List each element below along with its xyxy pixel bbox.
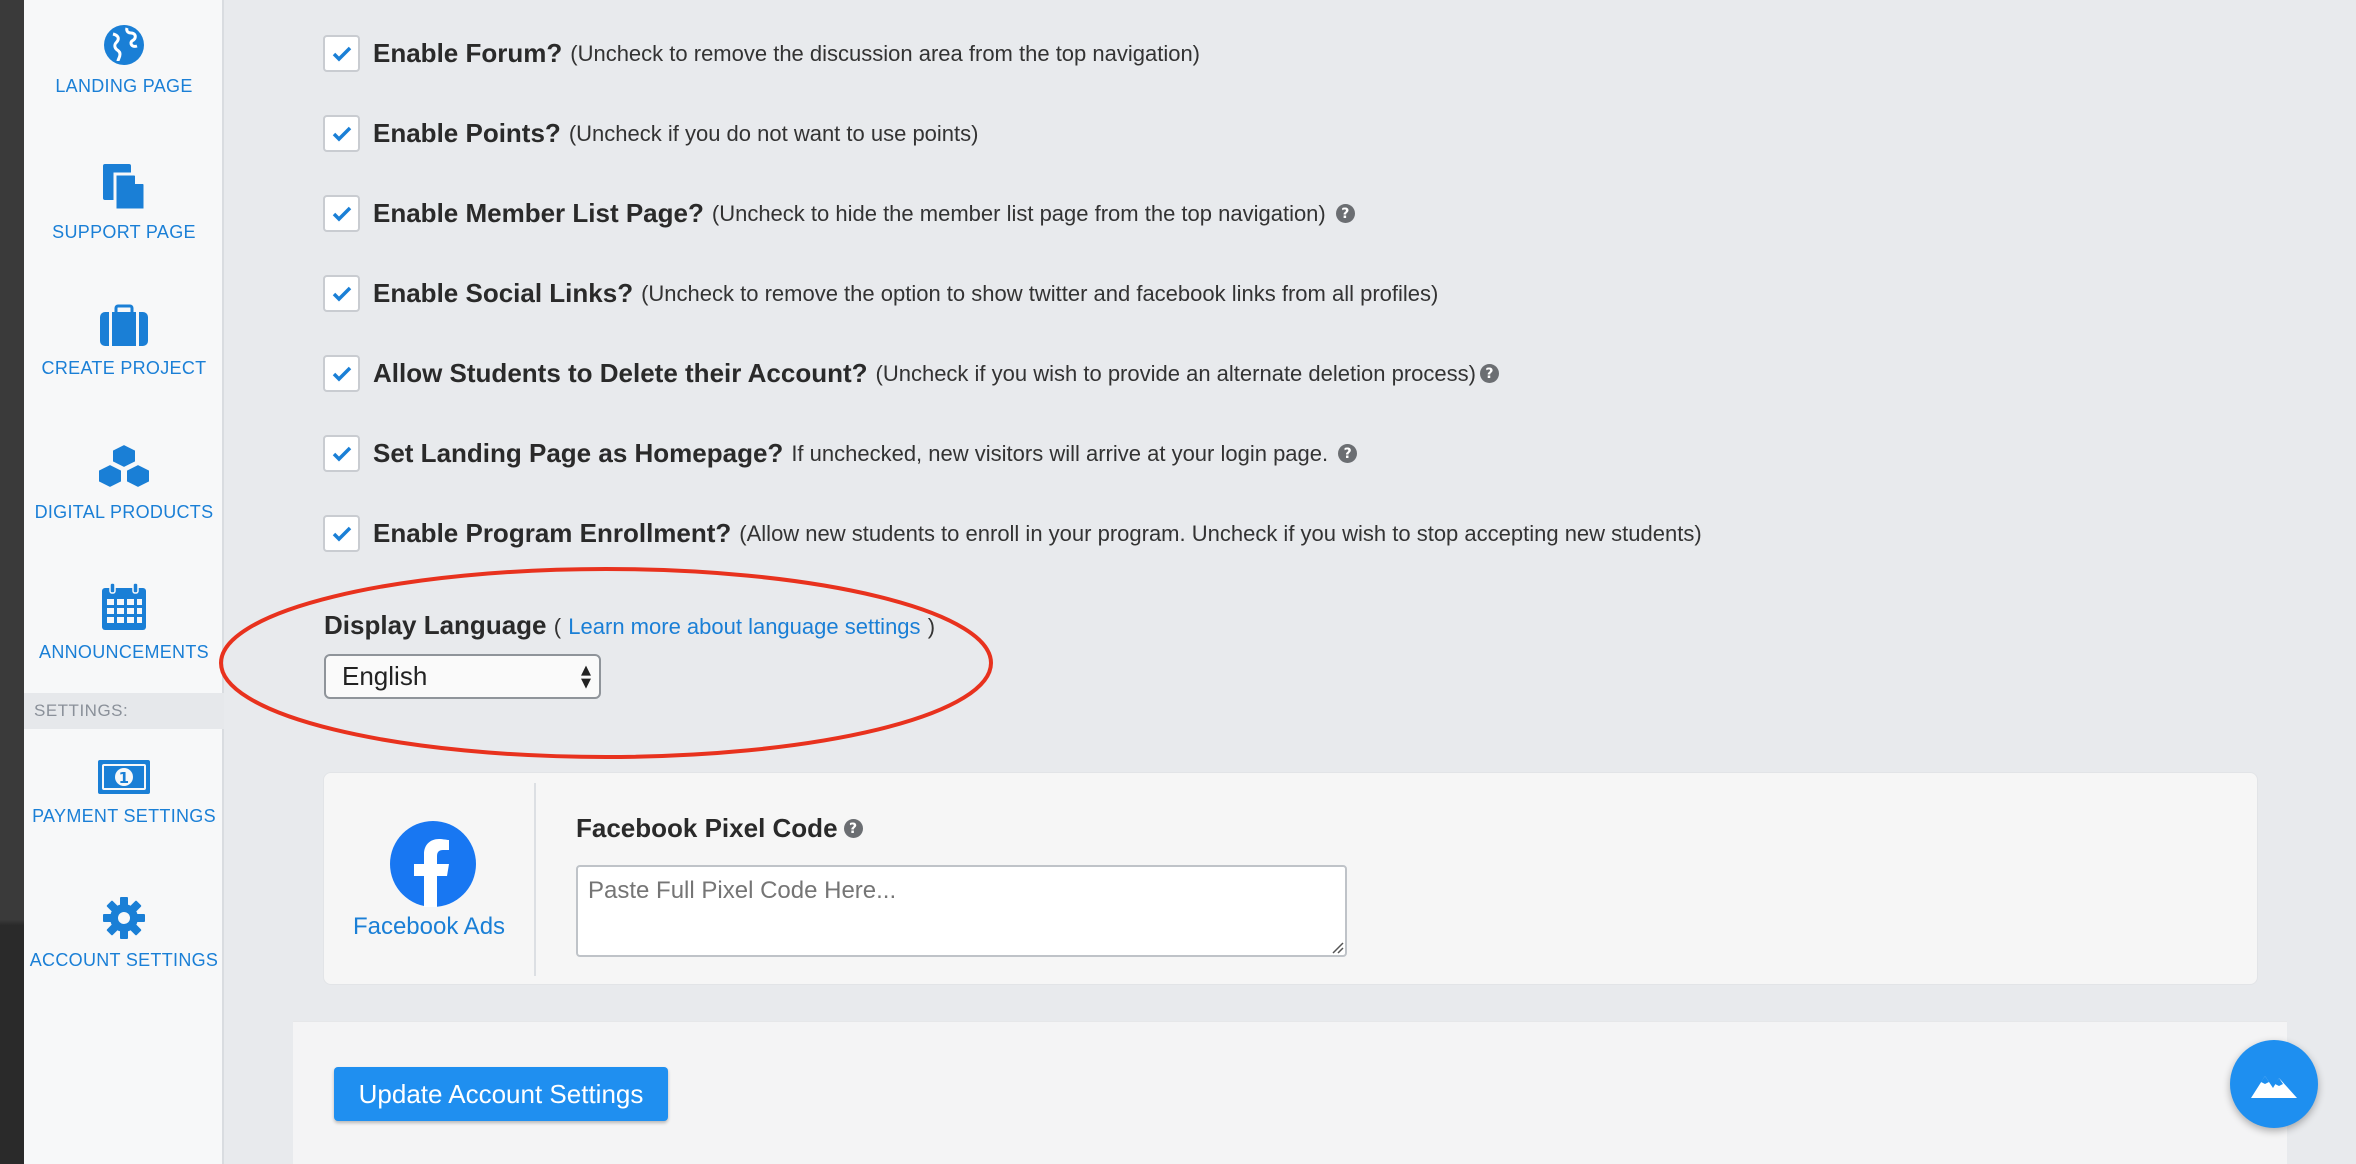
calendar-icon [102, 582, 146, 630]
sidebar-item-support-page[interactable]: SUPPORT PAGE [24, 162, 224, 243]
sidebar-item-label: SUPPORT PAGE [52, 222, 196, 242]
boxes-icon [97, 442, 151, 490]
option-description: If unchecked, new visitors will arrive a… [791, 440, 1329, 466]
globe-icon [104, 25, 144, 65]
option-title: Enable Points? [373, 118, 561, 148]
enable-forum-checkbox[interactable] [323, 35, 360, 72]
enable-member-list-checkbox[interactable] [323, 195, 360, 232]
facebook-pixel-title-text: Facebook Pixel Code [576, 813, 838, 843]
facebook-ads-label: Facebook Ads [352, 913, 506, 940]
help-icon[interactable]: ? [1338, 444, 1358, 463]
gear-icon [103, 897, 145, 939]
option-title: Set Landing Page as Homepage? [373, 438, 784, 468]
checkmark-icon [332, 206, 351, 221]
help-icon[interactable]: ? [1335, 204, 1355, 223]
checkmark-icon [332, 46, 351, 61]
sidebar-item-label: DIGITAL PRODUCTS [34, 502, 214, 522]
checkmark-icon [332, 366, 351, 381]
option-enable-enrollment: Enable Program Enrollment? (Allow new st… [323, 515, 1702, 552]
annotation-circle [219, 567, 993, 759]
sidebar-item-label: ANNOUNCEMENTS [39, 642, 209, 662]
sidebar-item-label: CREATE PROJECT [41, 358, 207, 378]
option-title: Enable Social Links? [373, 278, 634, 308]
option-description: (Uncheck if you wish to provide an alter… [875, 360, 1476, 386]
option-description: (Uncheck if you do not want to use point… [568, 120, 979, 146]
option-description: (Uncheck to remove the discussion area f… [570, 40, 1201, 66]
facebook-pixel-code-input[interactable] [576, 865, 1347, 957]
settings-section-header: SETTINGS: [24, 693, 224, 729]
option-landing-homepage: Set Landing Page as Homepage? If uncheck… [323, 435, 1358, 472]
mountains-icon [2251, 1076, 2297, 1098]
checkmark-icon [332, 446, 351, 461]
enable-enrollment-checkbox[interactable] [323, 515, 360, 552]
option-description: (Allow new students to enroll in your pr… [739, 520, 1702, 546]
card-divider [534, 783, 536, 976]
allow-delete-account-checkbox[interactable] [323, 355, 360, 392]
option-enable-forum: Enable Forum? (Uncheck to remove the dis… [323, 35, 1200, 72]
help-icon[interactable]: ? [843, 819, 863, 838]
checkmark-icon [332, 286, 351, 301]
sidebar-item-label: PAYMENT SETTINGS [32, 806, 216, 826]
briefcase-icon [100, 304, 148, 346]
window-edge [0, 0, 24, 1164]
sidebar: LANDING PAGE SUPPORT PAGE CREATE PROJECT… [24, 0, 224, 1164]
resize-grip-icon[interactable] [1330, 940, 1344, 954]
facebook-pixel-card: Facebook Ads Facebook Pixel Code ? [323, 772, 2258, 985]
option-title: Enable Member List Page? [373, 198, 704, 228]
chat-launcher-button[interactable] [2230, 1040, 2318, 1128]
sidebar-item-digital-products[interactable]: DIGITAL PRODUCTS [24, 442, 224, 523]
option-enable-points: Enable Points? (Uncheck if you do not wa… [323, 115, 978, 152]
checkmark-icon [332, 126, 351, 141]
checkmark-icon [332, 526, 351, 541]
help-icon[interactable]: ? [1479, 364, 1499, 383]
option-description: (Uncheck to remove the option to show tw… [641, 280, 1439, 306]
facebook-logo-icon [390, 821, 476, 907]
document-icon [103, 164, 147, 212]
option-enable-member-list: Enable Member List Page? (Uncheck to hid… [323, 195, 1355, 232]
option-title: Enable Forum? [373, 38, 563, 68]
sidebar-item-label: ACCOUNT SETTINGS [29, 950, 219, 970]
option-description: (Uncheck to hide the member list page fr… [711, 200, 1326, 226]
sidebar-item-landing-page[interactable]: LANDING PAGE [24, 24, 224, 97]
option-title: Enable Program Enrollment? [373, 518, 732, 548]
landing-homepage-checkbox[interactable] [323, 435, 360, 472]
option-title: Allow Students to Delete their Account? [373, 358, 868, 388]
sidebar-item-payment-settings[interactable]: 1 PAYMENT SETTINGS [24, 758, 224, 827]
svg-text:1: 1 [119, 769, 130, 787]
sidebar-item-label: LANDING PAGE [55, 76, 193, 96]
sidebar-item-account-settings[interactable]: ACCOUNT SETTINGS [24, 896, 224, 971]
money-icon: 1 [98, 760, 150, 794]
enable-social-links-checkbox[interactable] [323, 275, 360, 312]
update-account-settings-button[interactable]: Update Account Settings [334, 1067, 668, 1121]
sidebar-item-create-project[interactable]: CREATE PROJECT [24, 304, 224, 379]
option-allow-delete-account: Allow Students to Delete their Account? … [323, 355, 1499, 392]
sidebar-item-announcements[interactable]: ANNOUNCEMENTS [24, 582, 224, 663]
facebook-pixel-title: Facebook Pixel Code ? [576, 813, 863, 844]
option-enable-social-links: Enable Social Links? (Uncheck to remove … [323, 275, 1438, 312]
enable-points-checkbox[interactable] [323, 115, 360, 152]
